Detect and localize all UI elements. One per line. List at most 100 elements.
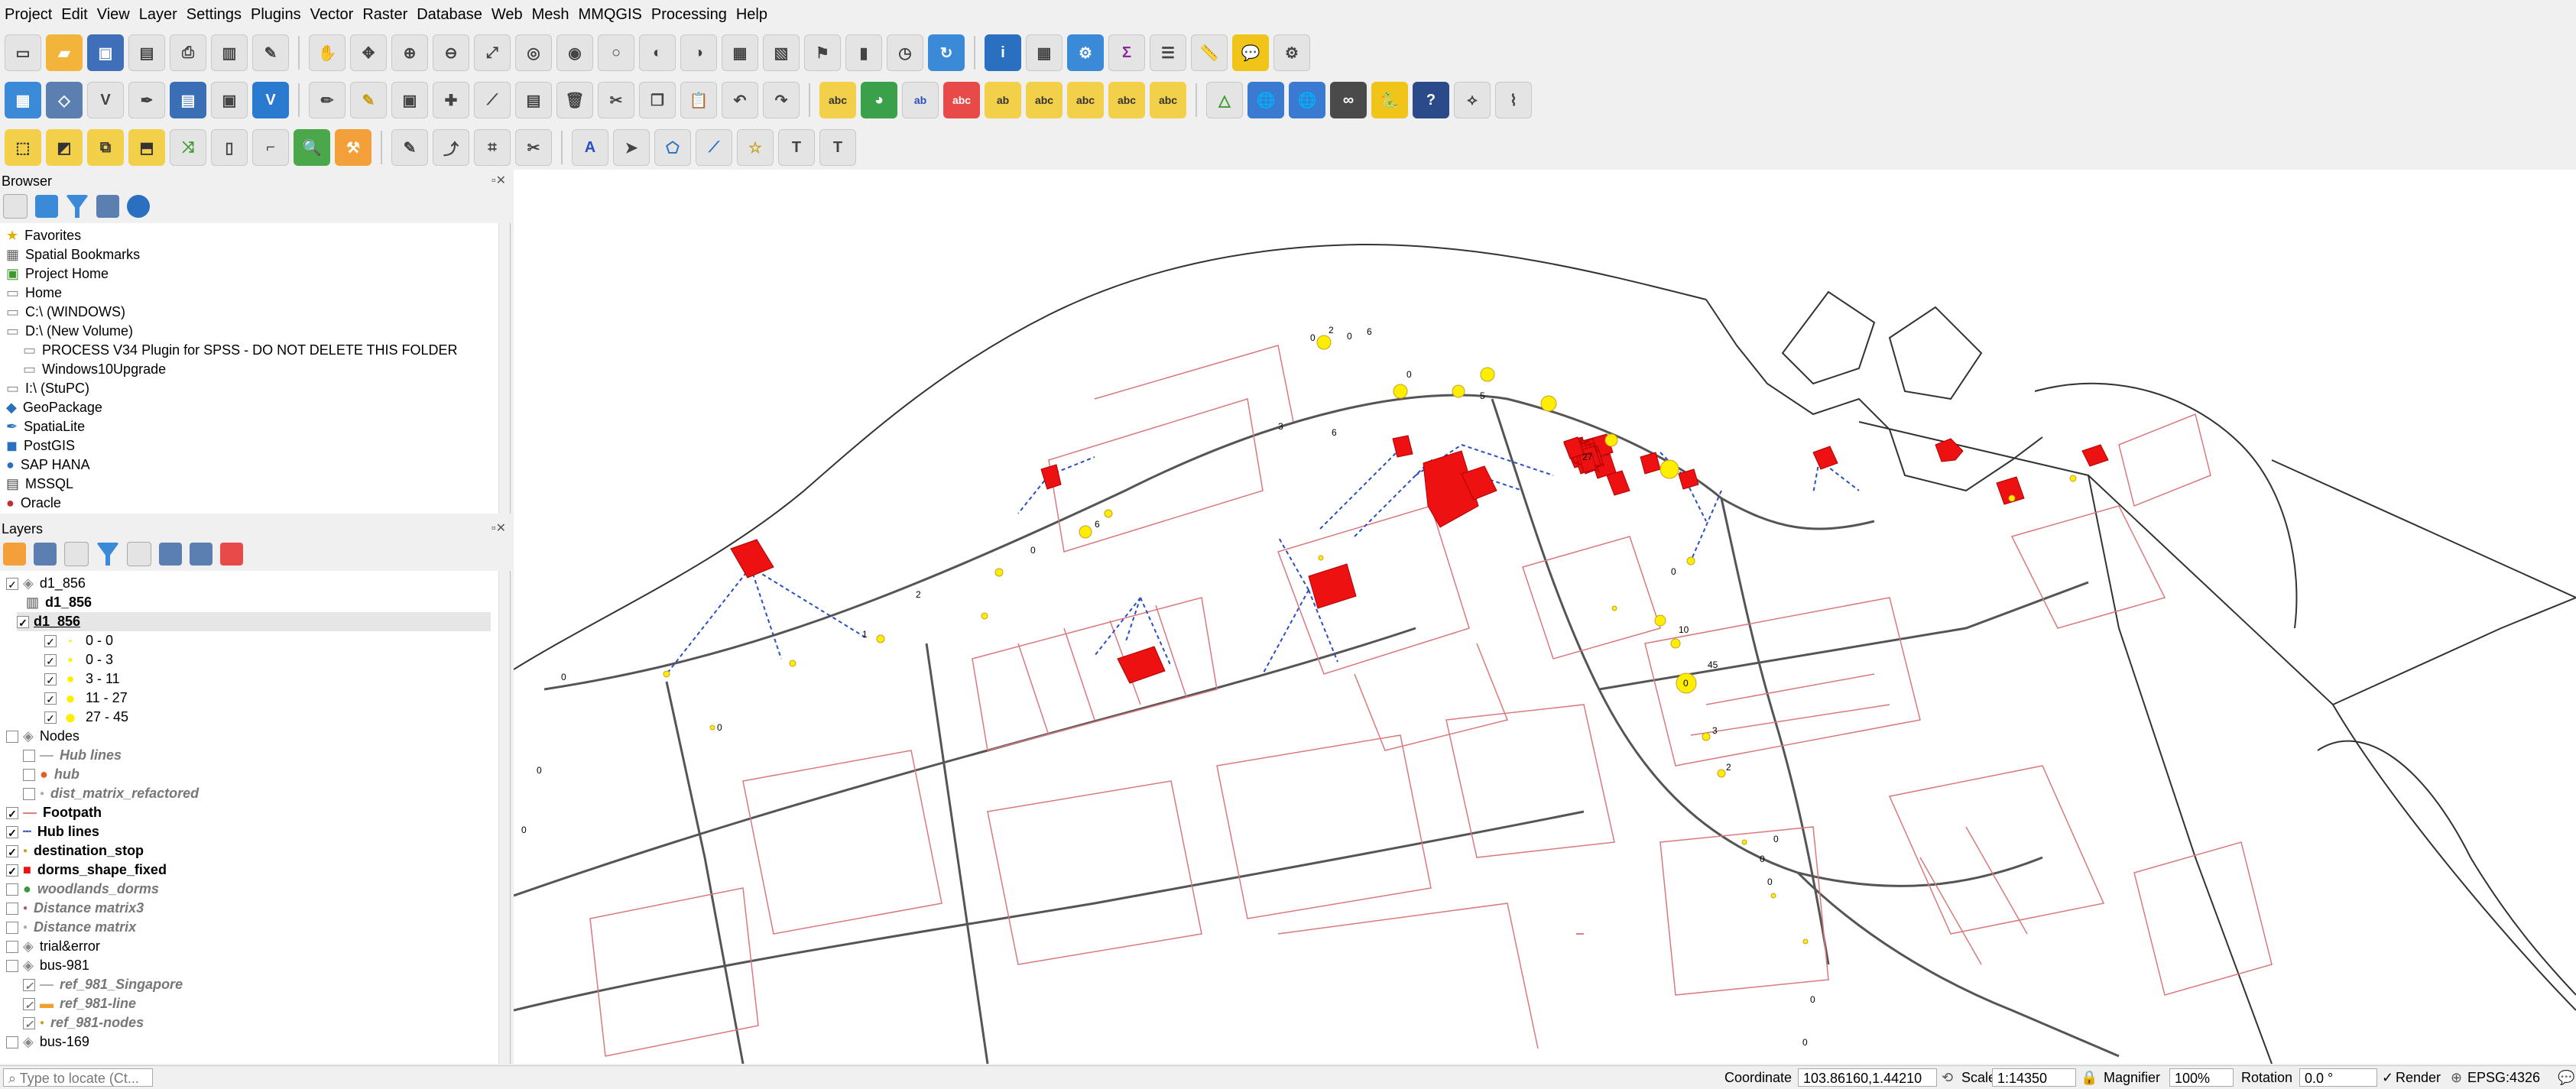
star-annotation-icon[interactable]: ☆	[737, 129, 774, 166]
text-annotation-tool-icon[interactable]: A	[572, 129, 608, 166]
label-show-icon[interactable]: abc	[1026, 82, 1063, 118]
magnifier-spinbox[interactable]: 100%	[2169, 1068, 2234, 1087]
layer-hub[interactable]: ● hub	[23, 765, 79, 784]
save-as-icon[interactable]: ▤	[128, 34, 165, 71]
browser-item-drive-d[interactable]: ▭ D:\ (New Volume)	[6, 322, 133, 341]
new-geopackage-layer-icon[interactable]: ◇	[46, 82, 83, 118]
menu-web[interactable]: Web	[487, 6, 527, 24]
layer-group-bus-981[interactable]: ◈ bus-981	[6, 956, 89, 975]
browser-item-favorites[interactable]: ★ Favorites	[6, 226, 81, 245]
coordinate-field[interactable]: 103.86160,1.44210	[1798, 1068, 1937, 1087]
label-change-icon[interactable]: abc	[1108, 82, 1145, 118]
crs-label[interactable]: EPSG:4326	[2467, 1068, 2540, 1087]
select-by-location-icon[interactable]: ⬒	[128, 129, 165, 166]
scale-field[interactable]: 1:14350	[1992, 1068, 2076, 1087]
modify-attributes-icon[interactable]: ▤	[515, 82, 552, 118]
visibility-checkbox[interactable]	[6, 921, 18, 934]
layer-group-trial-error[interactable]: ◈ trial&error	[6, 937, 100, 956]
save-project-icon[interactable]: ▣	[87, 34, 124, 71]
undo-icon[interactable]: ↶	[722, 82, 758, 118]
style-panel-icon[interactable]	[3, 543, 26, 566]
browser-item-mssql[interactable]: ▤ MSSQL	[6, 475, 73, 494]
browser-item-spatial-bookmarks[interactable]: ▦ Spatial Bookmarks	[6, 245, 140, 264]
visibility-checkbox[interactable]	[6, 883, 18, 896]
visibility-checkbox[interactable]: ✓	[44, 634, 57, 648]
rotation-spinbox[interactable]: 0.0 °	[2299, 1068, 2377, 1087]
zoom-layer-icon[interactable]: ◉	[556, 34, 593, 71]
text-on-point-icon[interactable]: T	[778, 129, 815, 166]
render-checkbox[interactable]: ✓	[2382, 1068, 2393, 1087]
visibility-checkbox[interactable]	[23, 768, 35, 781]
crs-globe-icon[interactable]: ⊕	[2451, 1068, 2462, 1087]
polygon-annotation-icon[interactable]: ⬠	[654, 129, 691, 166]
browser-item-home[interactable]: ▭ Home	[6, 284, 62, 303]
zoom-out-icon[interactable]: ⊖	[433, 34, 469, 71]
visibility-checkbox[interactable]: ✓	[6, 806, 18, 820]
menu-view[interactable]: View	[92, 6, 135, 24]
layer-group-bus-169[interactable]: ◈ bus-169	[6, 1032, 89, 1052]
visibility-checkbox[interactable]	[23, 749, 35, 762]
add-vector-layer-icon[interactable]: V	[252, 82, 289, 118]
delete-selected-icon[interactable]: 🗑	[556, 82, 593, 118]
offset-curve-icon[interactable]: ⌗	[474, 129, 511, 166]
menu-layer[interactable]: Layer	[135, 6, 182, 24]
messages-icon[interactable]: 💬	[2558, 1068, 2574, 1087]
select-features-icon[interactable]: ⬚	[5, 129, 41, 166]
text-box-icon[interactable]: T	[819, 129, 856, 166]
browser-item-process-folder[interactable]: ▭ PROCESS V34 Plugin for SPSS - DO NOT DE…	[23, 341, 458, 360]
menu-settings[interactable]: Settings	[182, 6, 246, 24]
menu-mesh[interactable]: Mesh	[527, 6, 574, 24]
pan-hand-icon[interactable]: ✋	[309, 34, 346, 71]
style-manager-icon[interactable]: ✎	[252, 34, 289, 71]
panel-float-close-icon[interactable]: ▫✕	[492, 519, 506, 539]
visibility-checkbox[interactable]: ✓	[6, 825, 18, 839]
lock-scale-icon[interactable]: 🔒	[2081, 1068, 2097, 1087]
current-edits-icon[interactable]: ✏	[309, 82, 346, 118]
menu-edit[interactable]: Edit	[57, 6, 92, 24]
properties-info-icon[interactable]	[127, 195, 150, 218]
layer-d1-856-table[interactable]: ▥ d1_856	[26, 593, 92, 612]
visibility-checkbox[interactable]	[23, 787, 35, 800]
deselect-all-icon[interactable]: ⧉	[87, 129, 124, 166]
visibility-checkbox[interactable]: ✓	[23, 978, 35, 992]
visibility-checkbox[interactable]: ✓	[23, 997, 35, 1011]
save-edits-icon[interactable]: ▣	[391, 82, 428, 118]
extents-toggle-icon[interactable]: ⟲	[1942, 1068, 1953, 1087]
manage-visibility-eye-icon[interactable]	[64, 542, 89, 566]
visibility-checkbox[interactable]: ✓	[6, 844, 18, 858]
browser-item-sap-hana[interactable]: ● SAP HANA	[6, 455, 90, 475]
new-temporary-layer-icon[interactable]: ▤	[170, 82, 206, 118]
diagram-icon[interactable]: ◕	[861, 82, 897, 118]
filter-icon[interactable]	[66, 195, 89, 218]
collapse-all-icon[interactable]	[96, 195, 119, 218]
menu-vector[interactable]: Vector	[306, 6, 358, 24]
line-annotation-icon[interactable]: ⟋	[696, 129, 732, 166]
legend-class-0-0[interactable]: ✓ ● 0 - 0	[44, 631, 113, 650]
select-by-value-icon[interactable]: ◩	[46, 129, 83, 166]
show-bookmarks-icon[interactable]: ▮	[845, 34, 882, 71]
zoom-native-icon[interactable]: ○	[598, 34, 634, 71]
layer-footpath[interactable]: ✓ — Footpath	[6, 803, 102, 822]
menu-help[interactable]: Help	[732, 6, 772, 24]
browser-item-oracle[interactable]: ● Oracle	[6, 494, 61, 513]
locator-search-input[interactable]: ⌕ Type to locate (Ct...	[3, 1068, 153, 1087]
zoom-full-icon[interactable]: ⤢	[474, 34, 511, 71]
paste-features-icon[interactable]: 📋	[680, 82, 717, 118]
binoculars-icon[interactable]: ∞	[1330, 82, 1367, 118]
identify-features-icon[interactable]: i	[985, 34, 1021, 71]
profile-plugin-icon[interactable]: ⌇	[1495, 82, 1532, 118]
layer-ref-981-singapore[interactable]: ✓ — ref_981_Singapore	[23, 975, 183, 994]
browser-scrollbar[interactable]	[498, 223, 510, 514]
browser-item-drive-c[interactable]: ▭ C:\ (WINDOWS)	[6, 303, 125, 322]
visibility-checkbox[interactable]: ✓	[44, 673, 57, 686]
new-virtual-layer-icon[interactable]: ▣	[211, 82, 248, 118]
panel-float-close-icon[interactable]: ▫✕	[492, 171, 506, 191]
visibility-checkbox[interactable]: ✓	[17, 615, 29, 629]
text-annotation-icon[interactable]: ⚙	[1273, 34, 1310, 71]
redo-icon[interactable]: ↷	[763, 82, 800, 118]
layer-ref-981-line[interactable]: ✓ ▬ ref_981-line	[23, 994, 136, 1013]
zoom-next-icon[interactable]: ◑	[680, 34, 717, 71]
visibility-checkbox[interactable]	[6, 940, 18, 953]
reshape-icon[interactable]: ⤴	[433, 129, 469, 166]
browser-item-geopackage[interactable]: ◆ GeoPackage	[6, 398, 102, 417]
